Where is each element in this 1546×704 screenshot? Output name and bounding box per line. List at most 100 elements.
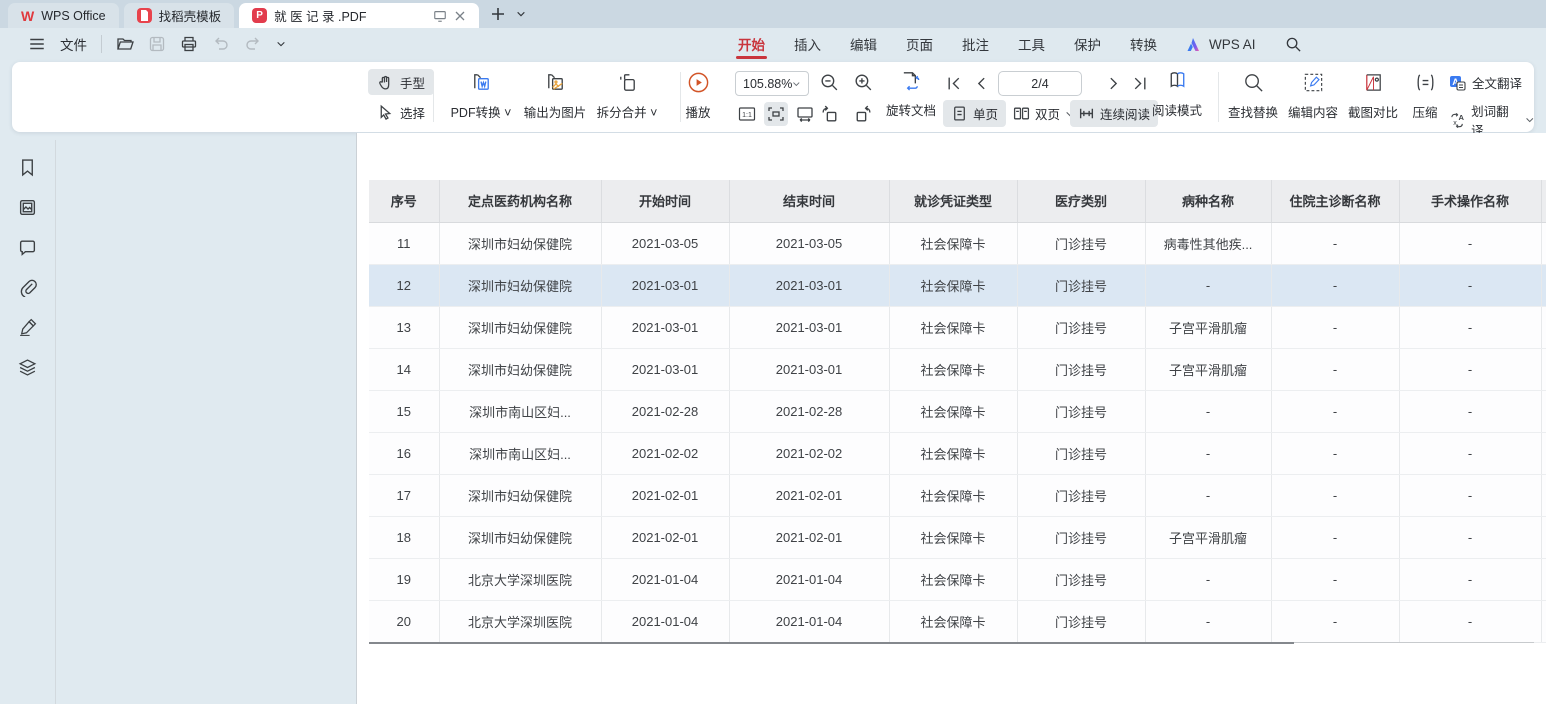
menu-tab-insert[interactable]: 插入 [794,28,821,60]
split-merge-button[interactable]: 拆分合并 ˅ [588,71,666,121]
menu-tab-wps-ai[interactable]: WPS AI [1186,28,1256,60]
cell-start-time: 2021-01-04 [601,600,729,642]
reading-mode-button[interactable]: 阅读模式 [1146,69,1208,119]
cell-disease-name: - [1145,264,1271,306]
svg-text:1:1: 1:1 [742,112,752,119]
cell-end-time: 2021-03-01 [729,348,889,390]
open-file-icon[interactable] [116,35,134,53]
menu-tab-tools[interactable]: 工具 [1018,28,1045,60]
file-menu-button[interactable]: 文件 [60,34,87,54]
table-row[interactable]: 17 深圳市妇幼保健院 2021-02-01 2021-02-01 社会保障卡 … [369,474,1546,516]
cell-institution: 深圳市妇幼保健院 [439,348,601,390]
page-thumbnails-icon[interactable] [18,198,37,217]
table-row[interactable]: 15 深圳市南山区妇... 2021-02-28 2021-02-28 社会保障… [369,390,1546,432]
cell-start-time: 2021-03-01 [601,306,729,348]
cell-seq: 12 [369,264,439,306]
select-tool-button[interactable]: 选择 [368,99,434,125]
table-row[interactable]: 16 深圳市南山区妇... 2021-02-02 2021-02-02 社会保障… [369,432,1546,474]
menu-tab-edit[interactable]: 编辑 [850,28,877,60]
menu-tab-comment[interactable]: 批注 [962,28,989,60]
tab-docer-templates[interactable]: 找稻壳模板 [124,3,235,28]
bookmarks-icon[interactable] [18,158,37,177]
table-row[interactable]: 14 深圳市妇幼保健院 2021-03-01 2021-03-01 社会保障卡 … [369,348,1546,390]
find-replace-button[interactable]: 查找替换 [1224,71,1282,121]
table-row[interactable]: 11 深圳市妇幼保健院 2021-03-05 2021-03-05 社会保障卡 … [369,222,1546,264]
attachments-icon[interactable] [18,278,37,297]
table-row[interactable]: 20 北京大学深圳医院 2021-01-04 2021-01-04 社会保障卡 … [369,600,1546,642]
pdf-convert-button[interactable]: PDF转换 ˅ [442,71,520,121]
menu-tab-convert[interactable]: 转换 [1130,28,1157,60]
cell-inpatient-diagnosis: - [1271,600,1399,642]
tab-document-active[interactable]: P 就 医 记 录 .PDF [239,3,479,28]
previous-page-button[interactable] [973,75,990,92]
fit-page-button[interactable] [764,102,788,126]
close-tab-icon[interactable] [454,10,466,22]
new-tab-button[interactable] [490,6,506,22]
zoom-out-icon[interactable] [819,72,840,93]
menu-tab-protect[interactable]: 保护 [1074,28,1101,60]
signature-icon[interactable] [18,318,37,337]
zoom-level-select[interactable]: 105.88% [735,71,809,96]
page-number-input[interactable]: 2/4 [998,71,1082,96]
cell-medical-category: 门诊挂号 [1017,600,1145,642]
chevron-down-icon [792,79,801,89]
rotate-document-button[interactable]: 旋转文档 [882,69,940,119]
rotate-left-icon[interactable] [820,103,841,124]
table-row[interactable]: 18 深圳市妇幼保健院 2021-02-01 2021-02-01 社会保障卡 … [369,516,1546,558]
cell-overflow [1541,474,1546,516]
zoom-in-icon[interactable] [853,72,874,93]
table-row[interactable]: 12 深圳市妇幼保健院 2021-03-01 2021-03-01 社会保障卡 … [369,264,1546,306]
present-to-screen-icon[interactable] [433,9,447,23]
compress-button[interactable]: 压缩 [1404,71,1446,121]
export-image-icon [544,71,567,94]
layers-icon[interactable] [18,358,37,377]
edit-content-button[interactable]: 编辑内容 [1284,71,1342,121]
cell-start-time: 2021-02-01 [601,474,729,516]
cell-voucher-type: 社会保障卡 [889,516,1017,558]
tab-list-chevron-icon[interactable] [516,9,526,19]
first-page-button[interactable] [946,75,963,92]
export-as-image-button[interactable]: 输出为图片 [510,71,600,121]
table-bottom-border [369,642,1294,644]
menu-tab-home[interactable]: 开始 [738,28,765,60]
cell-institution: 深圳市妇幼保健院 [439,222,601,264]
redo-icon[interactable] [244,35,262,53]
cell-voucher-type: 社会保障卡 [889,306,1017,348]
cell-seq: 19 [369,558,439,600]
tab-wps-office[interactable]: W WPS Office [8,3,119,28]
hamburger-menu-icon[interactable] [28,35,46,53]
cell-overflow [1541,516,1546,558]
window-tab-bar: W WPS Office 找稻壳模板 P 就 医 记 录 .PDF [0,0,1546,28]
table-row[interactable]: 13 深圳市妇幼保健院 2021-03-01 2021-03-01 社会保障卡 … [369,306,1546,348]
print-icon[interactable] [180,35,198,53]
comments-icon[interactable] [18,238,37,257]
continuous-reading-button[interactable]: 连续阅读 [1070,100,1158,127]
undo-icon[interactable] [212,35,230,53]
cell-operation-name: - [1399,390,1541,432]
cell-disease-name: - [1145,600,1271,642]
single-page-mode-button[interactable]: 单页 [943,100,1006,127]
hand-tool-button[interactable]: 手型 [368,69,434,95]
save-icon[interactable] [148,35,166,53]
cell-start-time: 2021-03-01 [601,264,729,306]
toolbar: 手型 选择 PDF转换 ˅ 输出为图片 拆分合并 ˅ 播放 105.88% 1:… [12,62,1534,132]
full-translation-button[interactable]: A 全文翻译 [1449,73,1534,92]
rotate-right-icon[interactable] [852,103,873,124]
search-icon[interactable] [1285,36,1302,53]
cell-start-time: 2021-03-05 [601,222,729,264]
menu-tab-page[interactable]: 页面 [906,28,933,60]
table-row[interactable]: 19 北京大学深圳医院 2021-01-04 2021-01-04 社会保障卡 … [369,558,1546,600]
cell-seq: 16 [369,432,439,474]
play-slideshow-button[interactable]: 播放 [676,71,720,121]
quick-access-chevron-icon[interactable] [276,39,286,49]
screenshot-compare-button[interactable]: 截图对比 [1344,71,1402,121]
cell-voucher-type: 社会保障卡 [889,474,1017,516]
cell-overflow [1541,600,1546,642]
cell-medical-category: 门诊挂号 [1017,306,1145,348]
actual-size-button[interactable]: 1:1 [735,102,759,126]
cell-institution: 北京大学深圳医院 [439,558,601,600]
cell-end-time: 2021-03-01 [729,306,889,348]
next-page-button[interactable] [1105,75,1122,92]
fit-width-button[interactable] [793,102,817,126]
cell-operation-name: - [1399,474,1541,516]
